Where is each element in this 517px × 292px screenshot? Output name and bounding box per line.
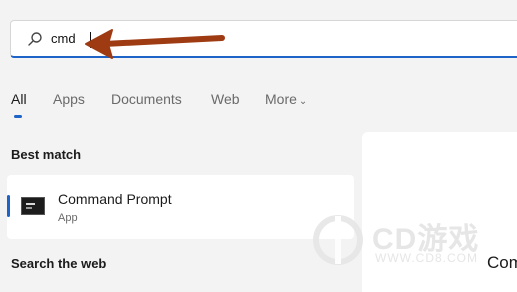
command-prompt-icon bbox=[21, 197, 45, 215]
annotation-arrow-icon bbox=[85, 29, 225, 59]
search-the-web-heading: Search the web bbox=[11, 256, 107, 271]
tab-documents[interactable]: Documents bbox=[111, 86, 182, 112]
tab-web[interactable]: Web bbox=[211, 86, 240, 112]
watermark-url: WWW.CD8.COM bbox=[375, 251, 478, 265]
search-icon bbox=[28, 32, 42, 46]
preview-panel: Com bbox=[362, 132, 517, 292]
best-match-result[interactable]: Command Prompt App bbox=[7, 175, 354, 239]
tab-all[interactable]: All bbox=[11, 86, 27, 112]
preview-title: Com bbox=[487, 253, 517, 272]
result-subtitle: App bbox=[58, 212, 78, 224]
selection-indicator bbox=[7, 195, 10, 217]
chevron-down-icon: ⌄ bbox=[298, 96, 308, 107]
tab-more[interactable]: More ⌄ bbox=[265, 86, 307, 112]
tab-more-label: More bbox=[265, 91, 297, 107]
tab-apps[interactable]: Apps bbox=[53, 86, 85, 112]
search-filter-tabs: All Apps Documents Web More ⌄ bbox=[0, 86, 360, 118]
result-title: Command Prompt bbox=[58, 191, 172, 207]
best-match-heading: Best match bbox=[11, 147, 82, 162]
watermark-logo-icon bbox=[313, 215, 363, 265]
active-tab-indicator bbox=[14, 115, 22, 118]
